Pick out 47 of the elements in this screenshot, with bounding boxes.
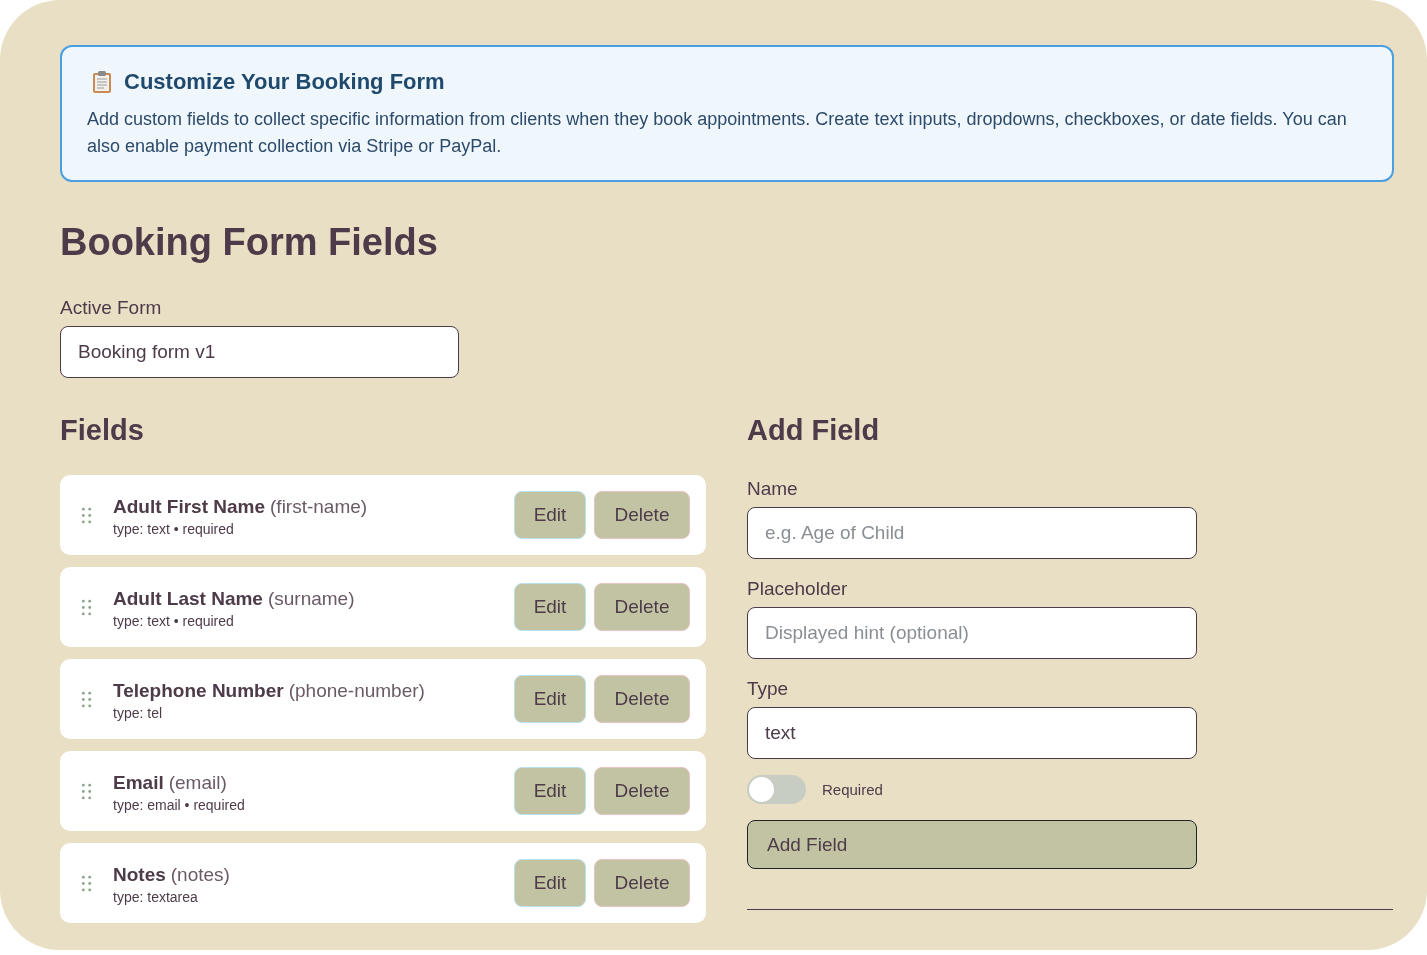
delete-button[interactable]: Delete xyxy=(594,491,690,539)
field-name: Notes xyxy=(113,862,166,887)
field-type-text: type: text • required xyxy=(113,519,234,538)
field-slug: (notes) xyxy=(170,862,230,887)
field-type-text: type: text • required xyxy=(113,611,234,630)
input-field[interactable]: e.g. Age of Child xyxy=(747,507,1197,559)
delete-button[interactable]: Delete xyxy=(594,859,690,907)
delete-button[interactable]: Delete xyxy=(594,767,690,815)
drag-handle-icon[interactable] xyxy=(80,874,93,892)
drag-handle-icon[interactable] xyxy=(80,690,93,708)
field-label: Active Form xyxy=(60,296,162,320)
drag-handle-icon[interactable] xyxy=(80,598,93,616)
field-name: Telephone Number xyxy=(113,678,284,703)
info-title: Customize Your Booking Form xyxy=(124,68,445,96)
field-name: Adult First Name xyxy=(113,494,266,519)
input-field[interactable]: text xyxy=(747,707,1197,759)
field-name: Adult Last Name xyxy=(113,586,263,611)
info-text: Add custom fields to collect specific information from clients when they book appointments. Create text inputs, dropdowns, checkboxes, or date fields. You can also enable payment collection via Stripe or PayPal. xyxy=(87,108,1348,158)
field-type-text: type: textarea xyxy=(113,887,198,906)
edit-button[interactable]: Edit xyxy=(514,859,586,907)
edit-button[interactable]: Edit xyxy=(514,491,586,539)
field-type-text: type: email • required xyxy=(113,795,245,814)
field-slug: (email) xyxy=(168,770,227,795)
section-title: Fields xyxy=(60,413,144,448)
edit-button[interactable]: Edit xyxy=(514,767,586,815)
section-title: Add Field xyxy=(747,413,880,448)
edit-button[interactable]: Edit xyxy=(514,583,586,631)
toggle-switch[interactable] xyxy=(747,775,806,804)
field-slug: (surname) xyxy=(267,586,355,611)
input-field[interactable]: Displayed hint (optional) xyxy=(747,607,1197,659)
page-title: Booking Form Fields xyxy=(60,220,438,265)
field-label: Type xyxy=(747,677,789,701)
field-slug: (phone-number) xyxy=(288,678,425,703)
field-slug: (first-name) xyxy=(270,494,368,519)
clipboard-icon xyxy=(92,70,112,94)
drag-handle-icon[interactable] xyxy=(80,782,93,800)
drag-handle-icon[interactable] xyxy=(80,506,93,524)
active-form-field[interactable]: Booking form v1 xyxy=(60,326,459,378)
add-field-button[interactable]: Add Field xyxy=(747,820,1197,869)
delete-button[interactable]: Delete xyxy=(594,583,690,631)
toggle-label: Required xyxy=(822,781,883,798)
delete-button[interactable]: Delete xyxy=(594,675,690,723)
field-label: Placeholder xyxy=(747,577,848,601)
field-type-text: type: tel xyxy=(113,703,163,722)
edit-button[interactable]: Edit xyxy=(514,675,586,723)
field-label: Name xyxy=(747,477,798,501)
field-name: Email xyxy=(113,770,164,795)
